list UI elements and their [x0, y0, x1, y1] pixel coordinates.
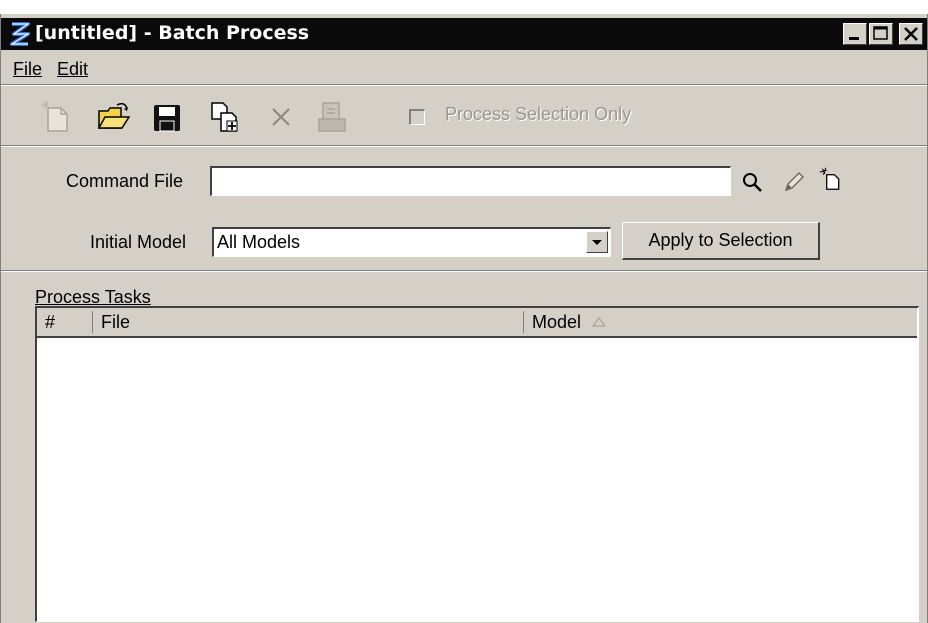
menu-bar: File Edit [1, 54, 927, 84]
command-file-label: Command File [66, 171, 184, 191]
window-title: [untitled] - Batch Process [35, 22, 310, 44]
minimize-button[interactable] [843, 23, 867, 45]
process-selection-only-checkbox[interactable] [409, 109, 425, 125]
apply-to-selection-button[interactable]: Apply to Selection [622, 222, 820, 260]
menu-edit[interactable]: Edit [57, 59, 88, 80]
minimize-icon [849, 37, 859, 40]
close-button[interactable] [899, 23, 923, 45]
edit-pencil-icon[interactable] [782, 170, 806, 194]
column-header-number[interactable]: # [37, 308, 93, 336]
form-separator [1, 270, 927, 272]
list-header: # File Model [37, 308, 917, 338]
save-icon[interactable] [149, 99, 185, 135]
menu-separator [1, 84, 927, 86]
toolbar: Process Selection Only [1, 87, 927, 141]
process-tasks-label: Process Tasks [35, 287, 151, 307]
column-header-file[interactable]: File [93, 308, 523, 336]
maximize-icon [873, 26, 888, 40]
maximize-button[interactable] [869, 23, 893, 45]
new-file-icon[interactable] [39, 99, 75, 135]
toolbar-separator [1, 145, 927, 147]
search-icon[interactable] [740, 170, 764, 194]
sort-ascending-icon [591, 317, 607, 327]
open-folder-icon[interactable] [95, 99, 131, 135]
process-selection-only-label: Process Selection Only [445, 104, 632, 124]
chevron-down-icon [592, 240, 602, 245]
delete-icon[interactable] [263, 99, 299, 135]
app-logo-icon [9, 22, 31, 46]
initial-model-dropdown[interactable]: All Models [212, 227, 611, 257]
close-icon [904, 27, 918, 41]
column-header-model[interactable]: Model [524, 308, 917, 336]
new-command-file-icon[interactable] [819, 167, 843, 191]
process-tasks-list[interactable]: # File Model [35, 306, 919, 622]
add-files-icon[interactable] [207, 99, 243, 135]
dropdown-toggle[interactable] [586, 231, 608, 253]
batch-process-window: [untitled] - Batch Process File Edit Pro… [0, 14, 928, 623]
command-file-input[interactable] [210, 166, 731, 196]
initial-model-label: Initial Model [90, 232, 187, 252]
title-bar[interactable]: [untitled] - Batch Process [1, 18, 927, 50]
process-icon[interactable] [315, 99, 351, 135]
menu-file[interactable]: File [13, 59, 42, 80]
